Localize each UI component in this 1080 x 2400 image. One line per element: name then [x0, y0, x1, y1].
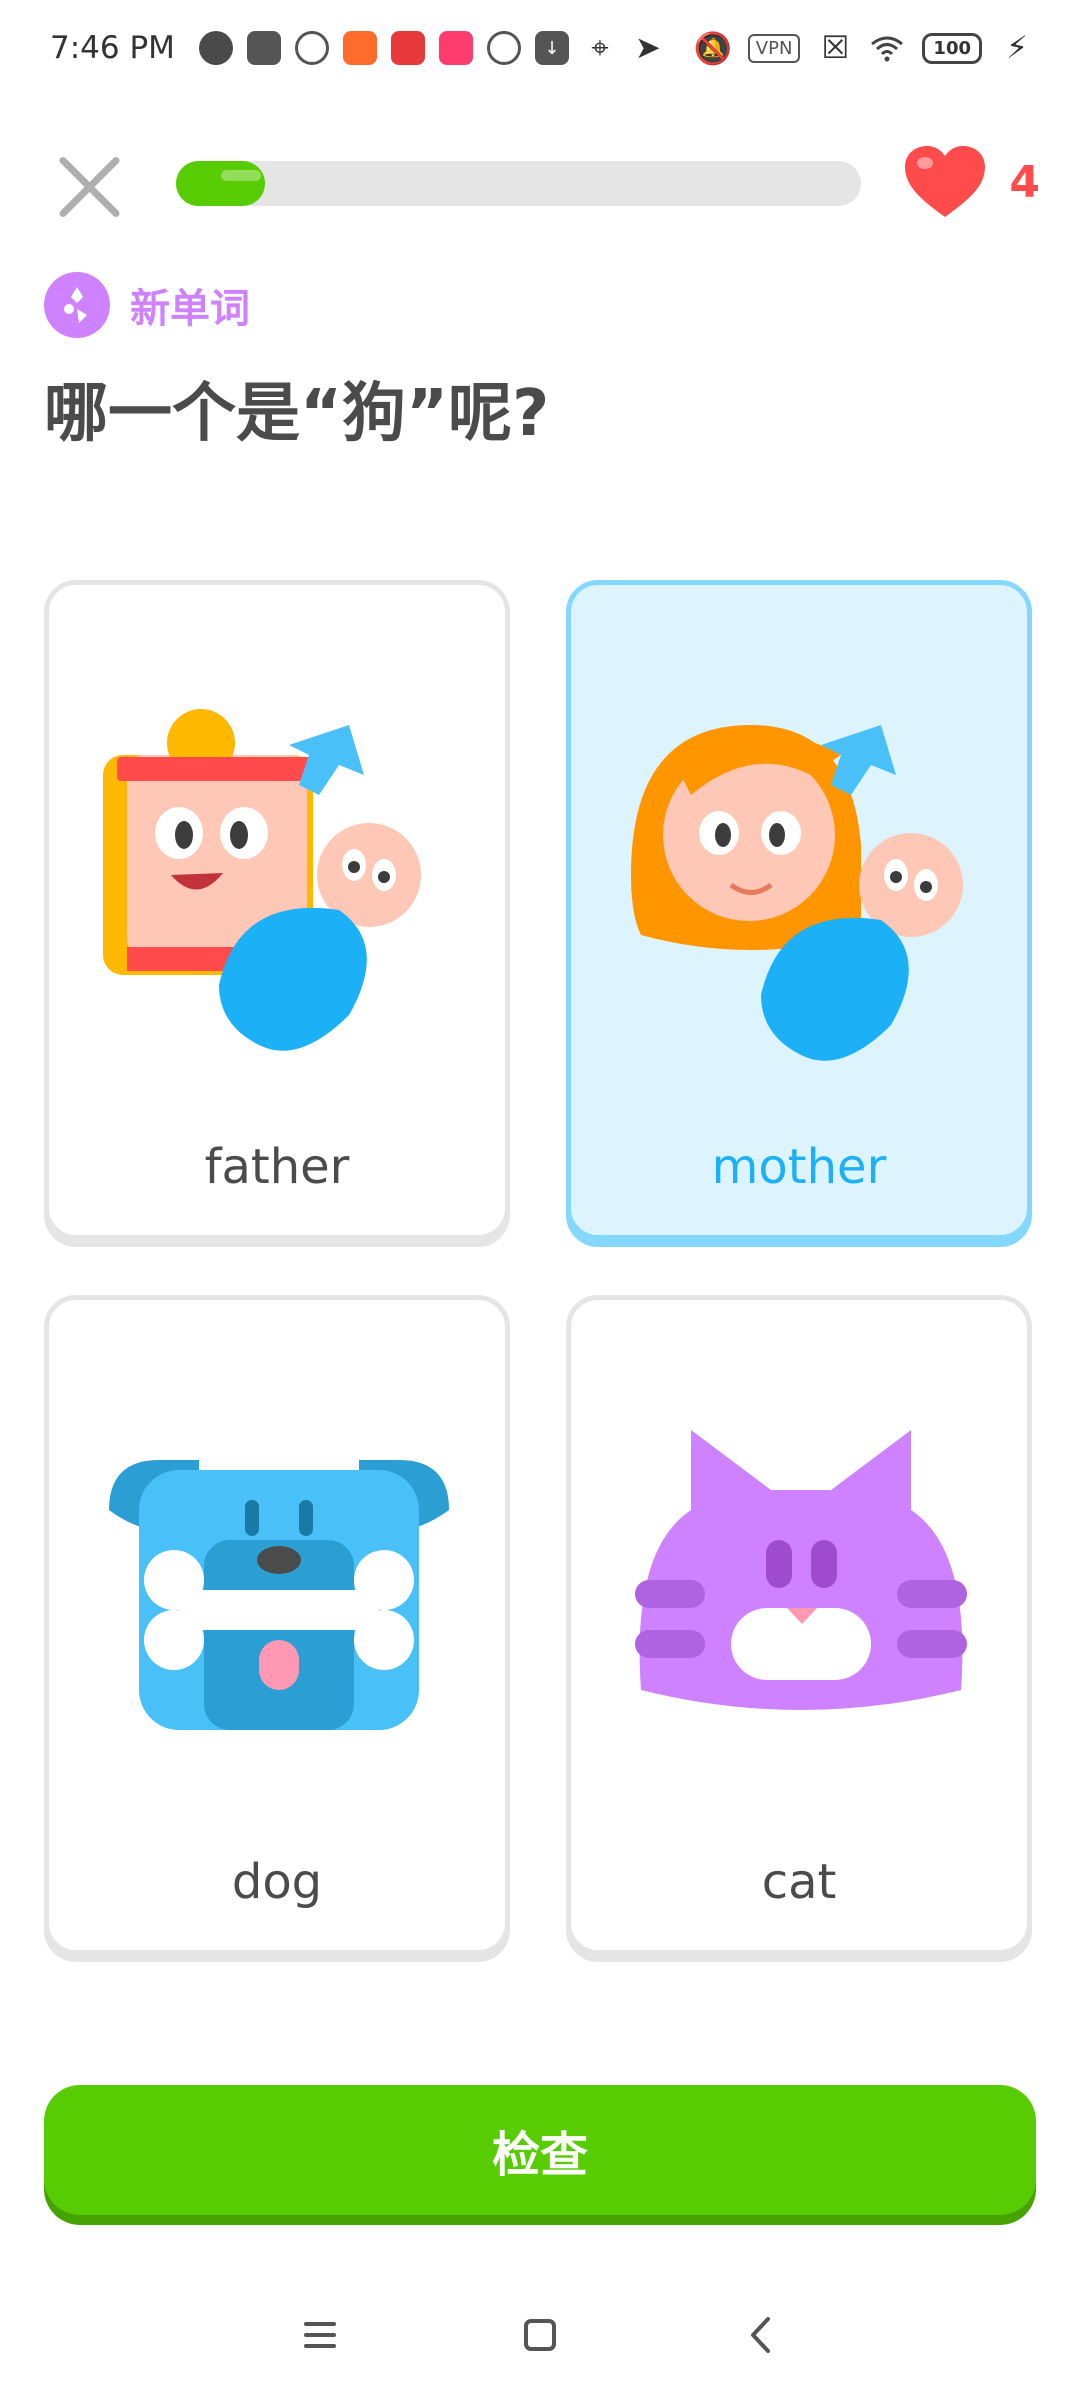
choice-label: mother: [711, 1139, 887, 1195]
choice-label: dog: [231, 1854, 323, 1910]
wifi-icon: [870, 31, 904, 65]
hearts-indicator[interactable]: 4: [903, 145, 1040, 219]
screen: 7:46 PM ↓ ⌖ ➤ 🔕 VPN ☒ 100 ⚡ 4 新单词 哪一个是“狗…: [0, 0, 1080, 2400]
battery-icon: 100: [922, 32, 982, 64]
sync-icon: [486, 31, 521, 65]
app-notification-icon: [438, 31, 473, 65]
cat-illustration-icon: [635, 1430, 967, 1710]
location-icon: ⌖: [591, 29, 609, 66]
webtoon-icon: [246, 31, 281, 65]
heart-icon: [905, 146, 986, 217]
status-time: 7:46 PM: [50, 30, 175, 66]
home-button[interactable]: [510, 2305, 570, 2365]
menu-icon: [304, 2322, 336, 2348]
dog-illustration-icon: [109, 1460, 449, 1730]
choice-card-father[interactable]: father: [44, 580, 510, 1240]
new-word-icon: [44, 272, 110, 338]
check-button[interactable]: 检查: [44, 2085, 1036, 2215]
choice-card-dog[interactable]: dog: [44, 1295, 510, 1955]
vpn-icon: VPN: [747, 33, 801, 63]
hearts-count: 4: [1009, 156, 1040, 208]
close-lesson-button[interactable]: [52, 150, 124, 222]
lesson-progress-bar: [176, 161, 861, 206]
recents-button[interactable]: [290, 2305, 350, 2365]
square-home-icon: [524, 2319, 556, 2351]
back-button[interactable]: [730, 2305, 790, 2365]
app-notification-icon: [390, 31, 425, 65]
notification-icons: ↓ ⌖ ➤: [198, 29, 665, 66]
question-prompt: 哪一个是“狗”呢?: [44, 377, 550, 451]
choice-card-mother[interactable]: mother: [566, 580, 1032, 1240]
app-notification-icon: [342, 31, 377, 65]
facebook-icon: [198, 31, 233, 65]
choice-label: father: [204, 1139, 350, 1195]
new-word-label: 新单词: [130, 286, 250, 332]
system-navigation-bar: [0, 2290, 1080, 2380]
sync-icon: [294, 31, 329, 65]
choice-label: cat: [761, 1854, 837, 1910]
status-bar: 7:46 PM ↓ ⌖ ➤ 🔕 VPN ☒ 100 ⚡: [0, 0, 1080, 96]
download-icon: ↓: [534, 31, 569, 65]
send-icon: ➤: [634, 30, 661, 66]
charging-icon: ⚡: [1006, 30, 1028, 66]
mother-baby-illustration-icon: [631, 725, 963, 1061]
father-baby-illustration-icon: [103, 709, 421, 1051]
mute-icon: 🔕: [693, 30, 733, 67]
system-icons: 🔕 VPN ☒ 100 ⚡: [693, 30, 1034, 67]
choice-card-cat[interactable]: cat: [566, 1295, 1032, 1955]
sim-off-icon: ☒: [821, 30, 850, 66]
new-word-tag: 新单词: [44, 272, 250, 338]
back-chevron-icon: [751, 2317, 770, 2353]
lesson-progress-fill: [176, 161, 266, 206]
